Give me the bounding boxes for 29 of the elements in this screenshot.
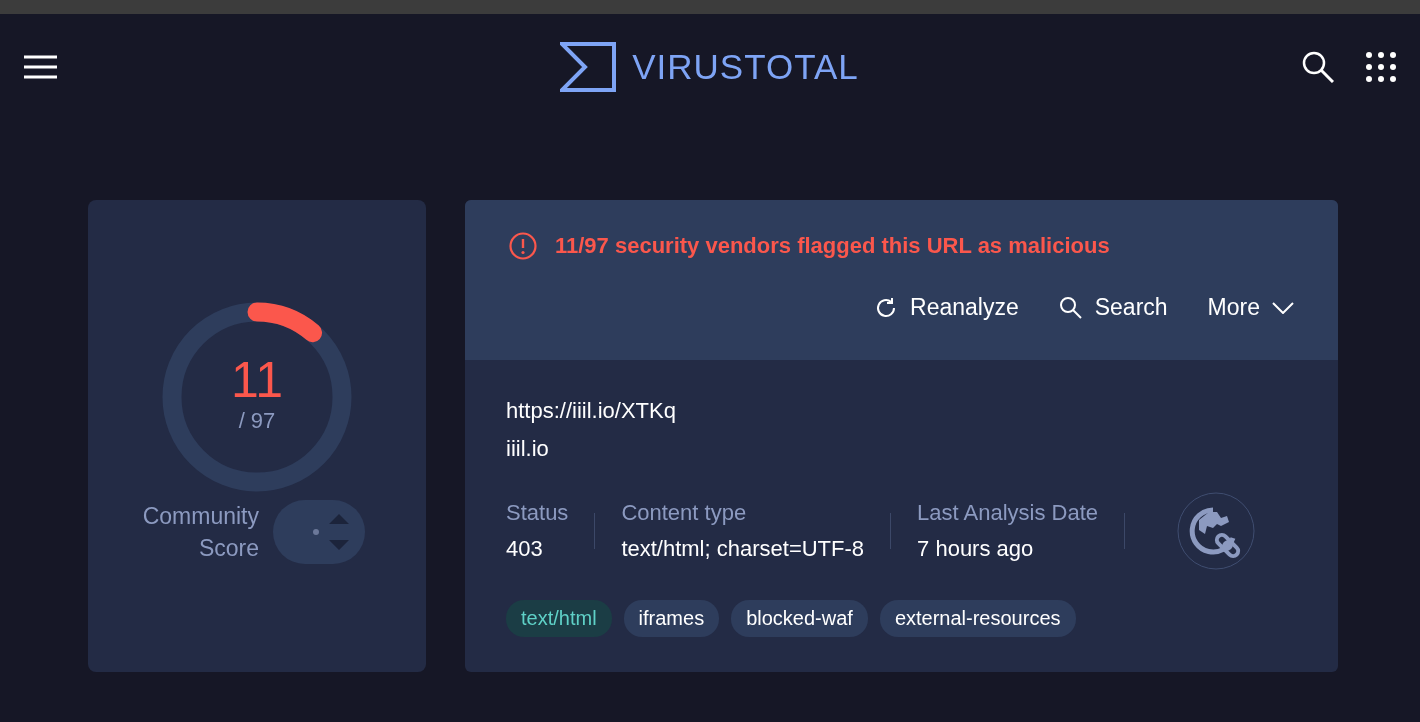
detections-count: 11 bbox=[231, 352, 283, 408]
tag-chip[interactable]: blocked-waf bbox=[731, 600, 868, 637]
reanalyze-button[interactable]: Reanalyze bbox=[874, 290, 1019, 325]
domain-text: iiil.io bbox=[506, 435, 550, 463]
total-vendors: / 97 bbox=[238, 408, 276, 434]
tag-chip[interactable]: iframes bbox=[623, 600, 720, 637]
alert-text: 11/97 security vendors flagged this URL as malicious bbox=[555, 233, 1110, 259]
menu-icon[interactable] bbox=[24, 54, 57, 79]
chevron-down-icon bbox=[1272, 301, 1294, 314]
fact-label: Status bbox=[506, 500, 569, 526]
search-icon bbox=[1058, 295, 1083, 320]
alert-icon bbox=[509, 232, 537, 260]
search-button[interactable]: Search bbox=[1058, 290, 1168, 325]
tag-chip[interactable]: external-resources bbox=[879, 600, 1076, 637]
search-icon[interactable] bbox=[1302, 50, 1334, 83]
community-score-label: Community Score bbox=[141, 502, 259, 563]
fact-value: 403 bbox=[506, 536, 544, 562]
more-dropdown[interactable]: More bbox=[1207, 290, 1294, 325]
tag-chip[interactable]: text/html bbox=[506, 600, 612, 637]
logo-icon bbox=[560, 41, 617, 92]
logo-text: VIRUSTOTAL bbox=[632, 46, 859, 87]
neutral-dot-icon bbox=[313, 529, 319, 535]
scanned-url: https://iiil.io/XTKq bbox=[506, 397, 677, 425]
fact-value: 7 hours ago bbox=[917, 536, 1035, 562]
fact-value: text/html; charset=UTF-8 bbox=[621, 536, 865, 562]
fact-label: Last Analysis Date bbox=[917, 500, 1099, 526]
apps-grid-icon[interactable] bbox=[1366, 51, 1396, 82]
globe-link-icon bbox=[1177, 492, 1256, 570]
fact-label: Content type bbox=[621, 500, 748, 526]
